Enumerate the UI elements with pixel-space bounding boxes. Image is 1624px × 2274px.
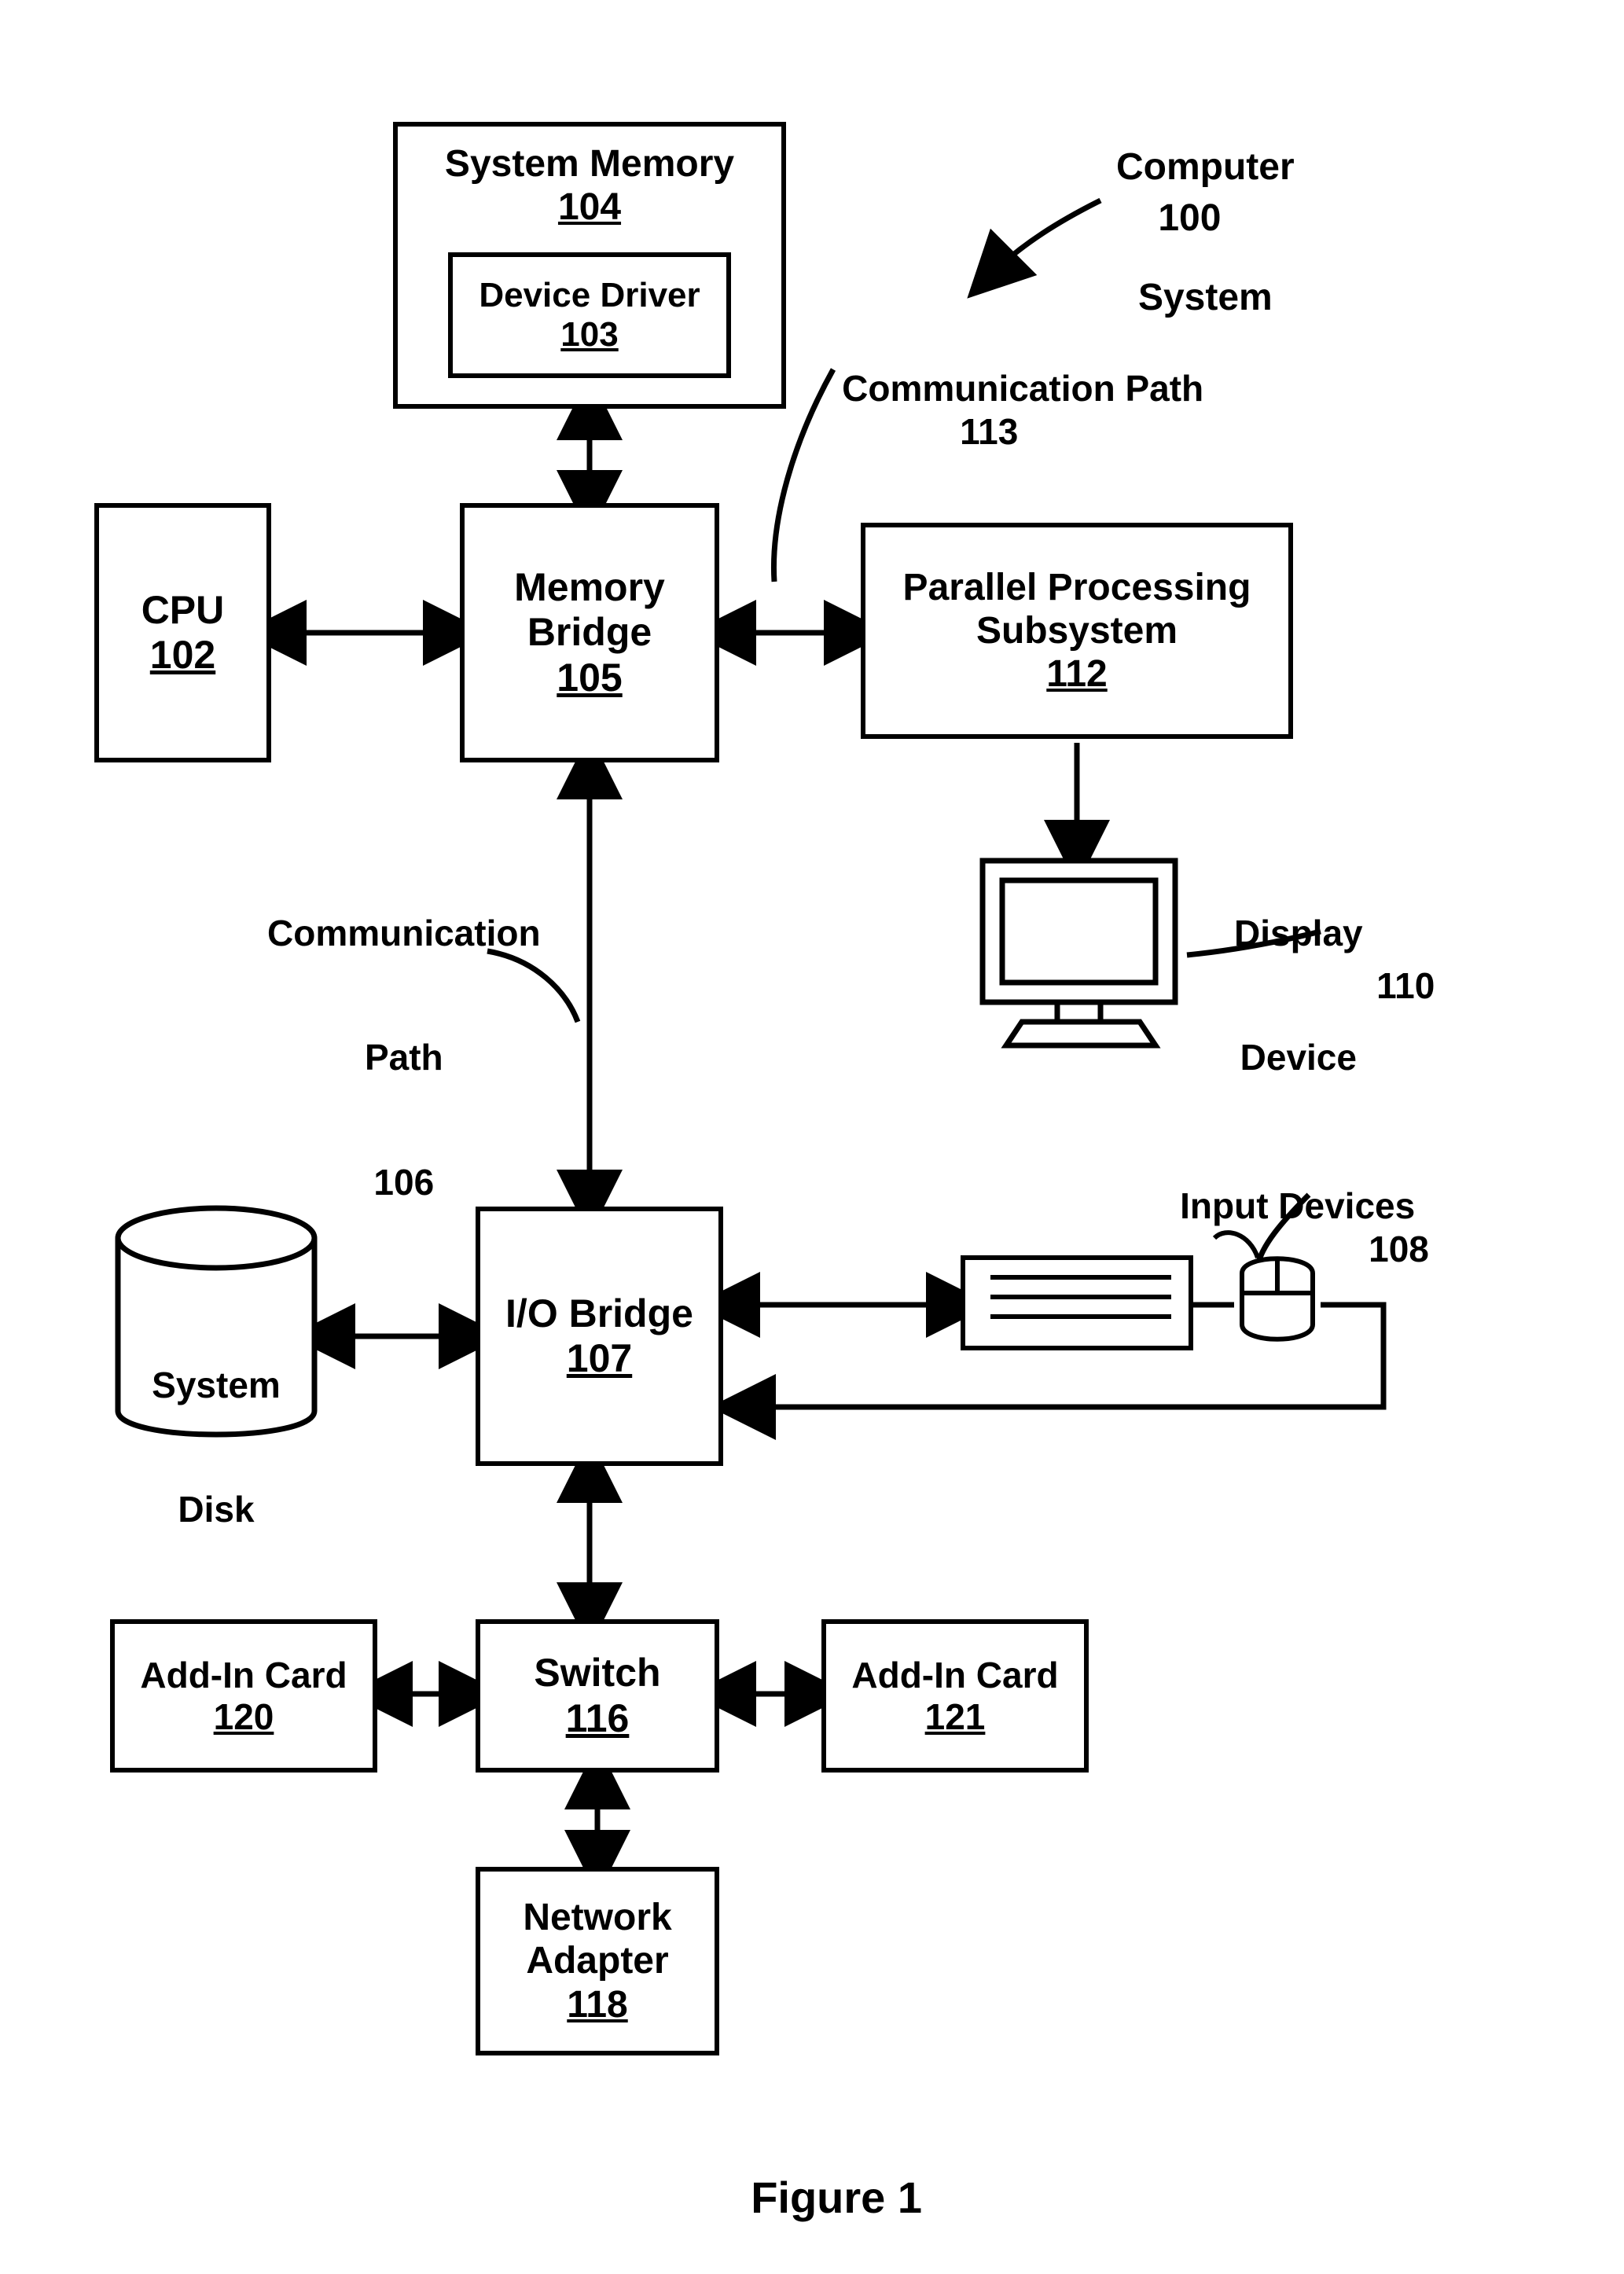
ref-103: 103	[560, 315, 618, 355]
label: I/O Bridge	[505, 1291, 693, 1337]
ref-102: 102	[150, 633, 215, 678]
ref-104: 104	[558, 186, 621, 229]
figure-caption: Figure 1	[0, 2122, 1624, 2274]
addin-121-box: Add-In Card 121	[821, 1619, 1089, 1773]
ref-113: 113	[920, 369, 1018, 494]
pps-box: Parallel Processing Subsystem 112	[861, 523, 1293, 739]
text: 110	[1376, 965, 1435, 1006]
text: Communication Path	[842, 368, 1203, 409]
ref-118: 118	[567, 1983, 627, 2026]
text-l2: Path	[267, 1037, 541, 1078]
diagram-canvas: Computer System 100 System Memory 104 De…	[0, 0, 1624, 2247]
text: 100	[1158, 197, 1221, 239]
ref-108: 108	[1328, 1187, 1429, 1312]
ref-120: 120	[214, 1696, 274, 1738]
ref-116: 116	[566, 1696, 630, 1742]
label-l1: Memory	[514, 565, 665, 611]
text-l1: System	[149, 1365, 283, 1406]
io-bridge-box: I/O Bridge 107	[476, 1207, 723, 1466]
label-l2: Adapter	[526, 1939, 668, 1982]
ref-105: 105	[557, 656, 622, 701]
label: System Memory	[445, 142, 734, 186]
text: 108	[1369, 1229, 1429, 1269]
network-adapter-box: Network Adapter 118	[476, 1867, 719, 2055]
label-l1: Parallel Processing	[903, 566, 1251, 609]
text: Figure 1	[751, 2173, 922, 2222]
label: Device Driver	[479, 276, 700, 316]
ref-106: 106	[267, 1162, 541, 1203]
device-driver-box: Device Driver 103	[448, 252, 731, 378]
switch-box: Switch 116	[476, 1619, 719, 1773]
label-l2: Bridge	[527, 610, 652, 656]
label: Add-In Card	[140, 1655, 347, 1696]
text: 113	[960, 411, 1018, 452]
ref-107: 107	[567, 1336, 632, 1382]
label: Add-In Card	[851, 1655, 1058, 1696]
text-l1: Communication	[267, 913, 541, 954]
system-memory-box: System Memory 104 Device Driver 103	[393, 122, 786, 409]
label-l2: Subsystem	[976, 609, 1178, 652]
ref-112: 112	[1046, 652, 1107, 696]
ref-100: 100	[1116, 153, 1221, 284]
ref-110: 110	[1336, 924, 1435, 1049]
addin-120-box: Add-In Card 120	[110, 1619, 377, 1773]
ref-121: 121	[925, 1696, 986, 1738]
label: CPU	[141, 588, 225, 634]
text-l2: Disk	[149, 1489, 283, 1530]
label: Switch	[534, 1651, 660, 1696]
label-l1: Network	[523, 1896, 671, 1939]
cpu-box: CPU 102	[94, 503, 271, 762]
memory-bridge-box: Memory Bridge 105	[460, 503, 719, 762]
